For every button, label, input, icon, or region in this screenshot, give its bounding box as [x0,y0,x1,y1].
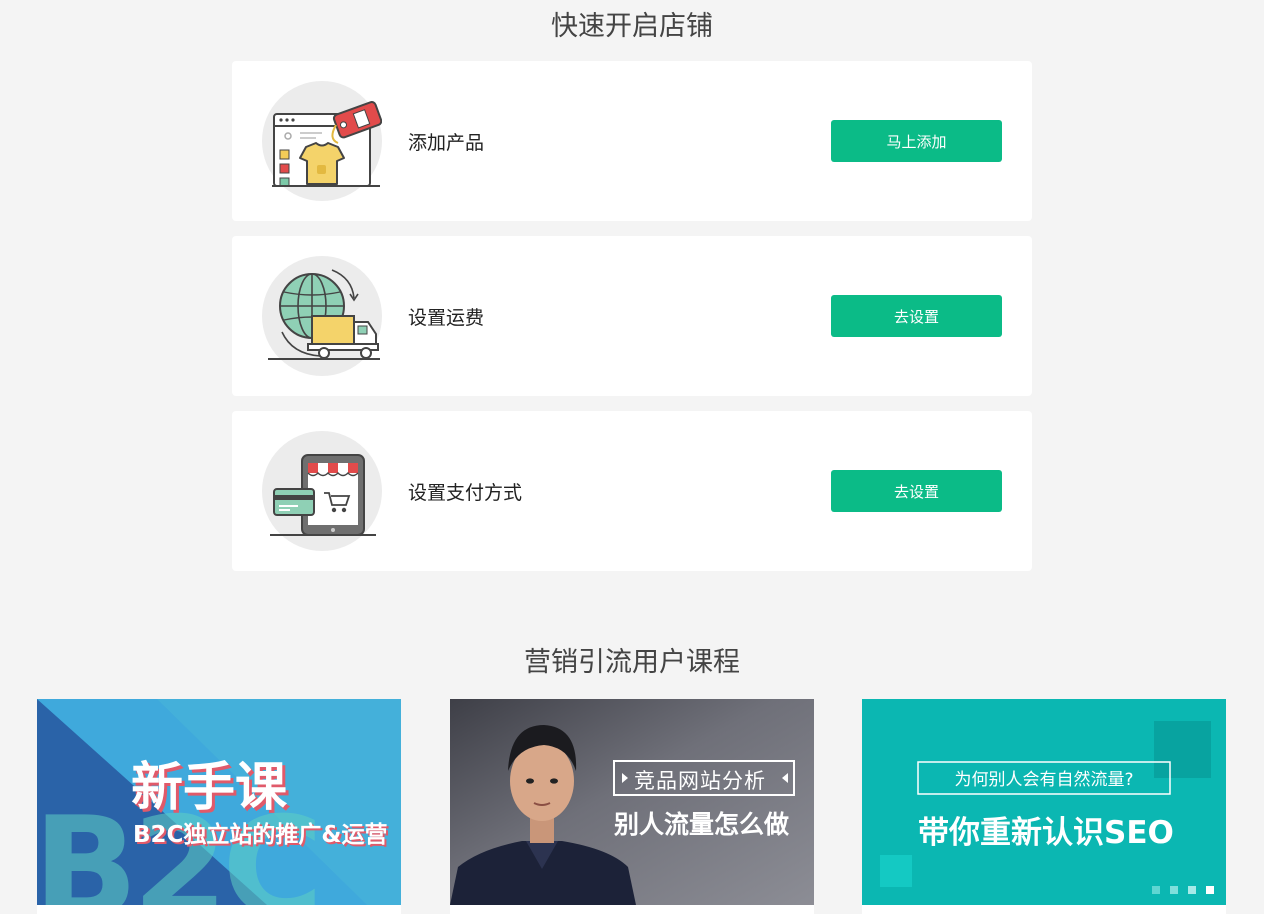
step-label-add-product: 添加产品 [408,132,485,154]
course-subline: B2C独立站的推广&运营 [133,822,388,848]
step-label-payment: 设置支付方式 [408,482,523,504]
setup-payment-button[interactable]: 去设置 [831,470,1002,512]
product-tag-icon [262,81,382,201]
step-card-add-product: 添加产品 马上添加 [232,61,1032,221]
shipping-globe-icon [262,256,382,376]
course-thumbnail[interactable]: 为何别人会有自然流量? 带你重新认识SEO [862,699,1226,905]
course-thumbnail[interactable]: B2C 新手课 B2C独立站的推广&运营 [37,699,401,905]
setup-shipping-button[interactable]: 去设置 [831,295,1002,337]
add-now-button[interactable]: 马上添加 [831,120,1002,162]
step-card-payment: 设置支付方式 去设置 [232,411,1032,571]
course-headline: 别人流量怎么做 [614,810,790,839]
course-tag: 竞品网站分析 [634,769,766,793]
payment-shop-icon [262,431,382,551]
quick-start-title: 快速开启店铺 [551,11,713,42]
step-label-shipping: 设置运费 [408,307,485,329]
course-thumbnail[interactable]: 竞品网站分析 别人流量怎么做 [450,699,814,905]
course-thumb-background [862,699,1226,905]
step-card-shipping: 设置运费 去设置 [232,236,1032,396]
course-card-seo[interactable]: 为何别人会有自然流量? 带你重新认识SEO [862,699,1226,914]
course-card-beginner[interactable]: B2C 新手课 B2C独立站的推广&运营 [37,699,401,914]
presenter-image [450,699,814,905]
courses-title: 营销引流用户课程 [524,647,740,678]
course-headline: 新手课 [131,758,288,818]
course-tag: 为何别人会有自然流量? [954,770,1134,790]
course-card-competitor[interactable]: 竞品网站分析 别人流量怎么做 [450,699,814,914]
course-headline: 带你重新认识SEO [918,815,1174,851]
